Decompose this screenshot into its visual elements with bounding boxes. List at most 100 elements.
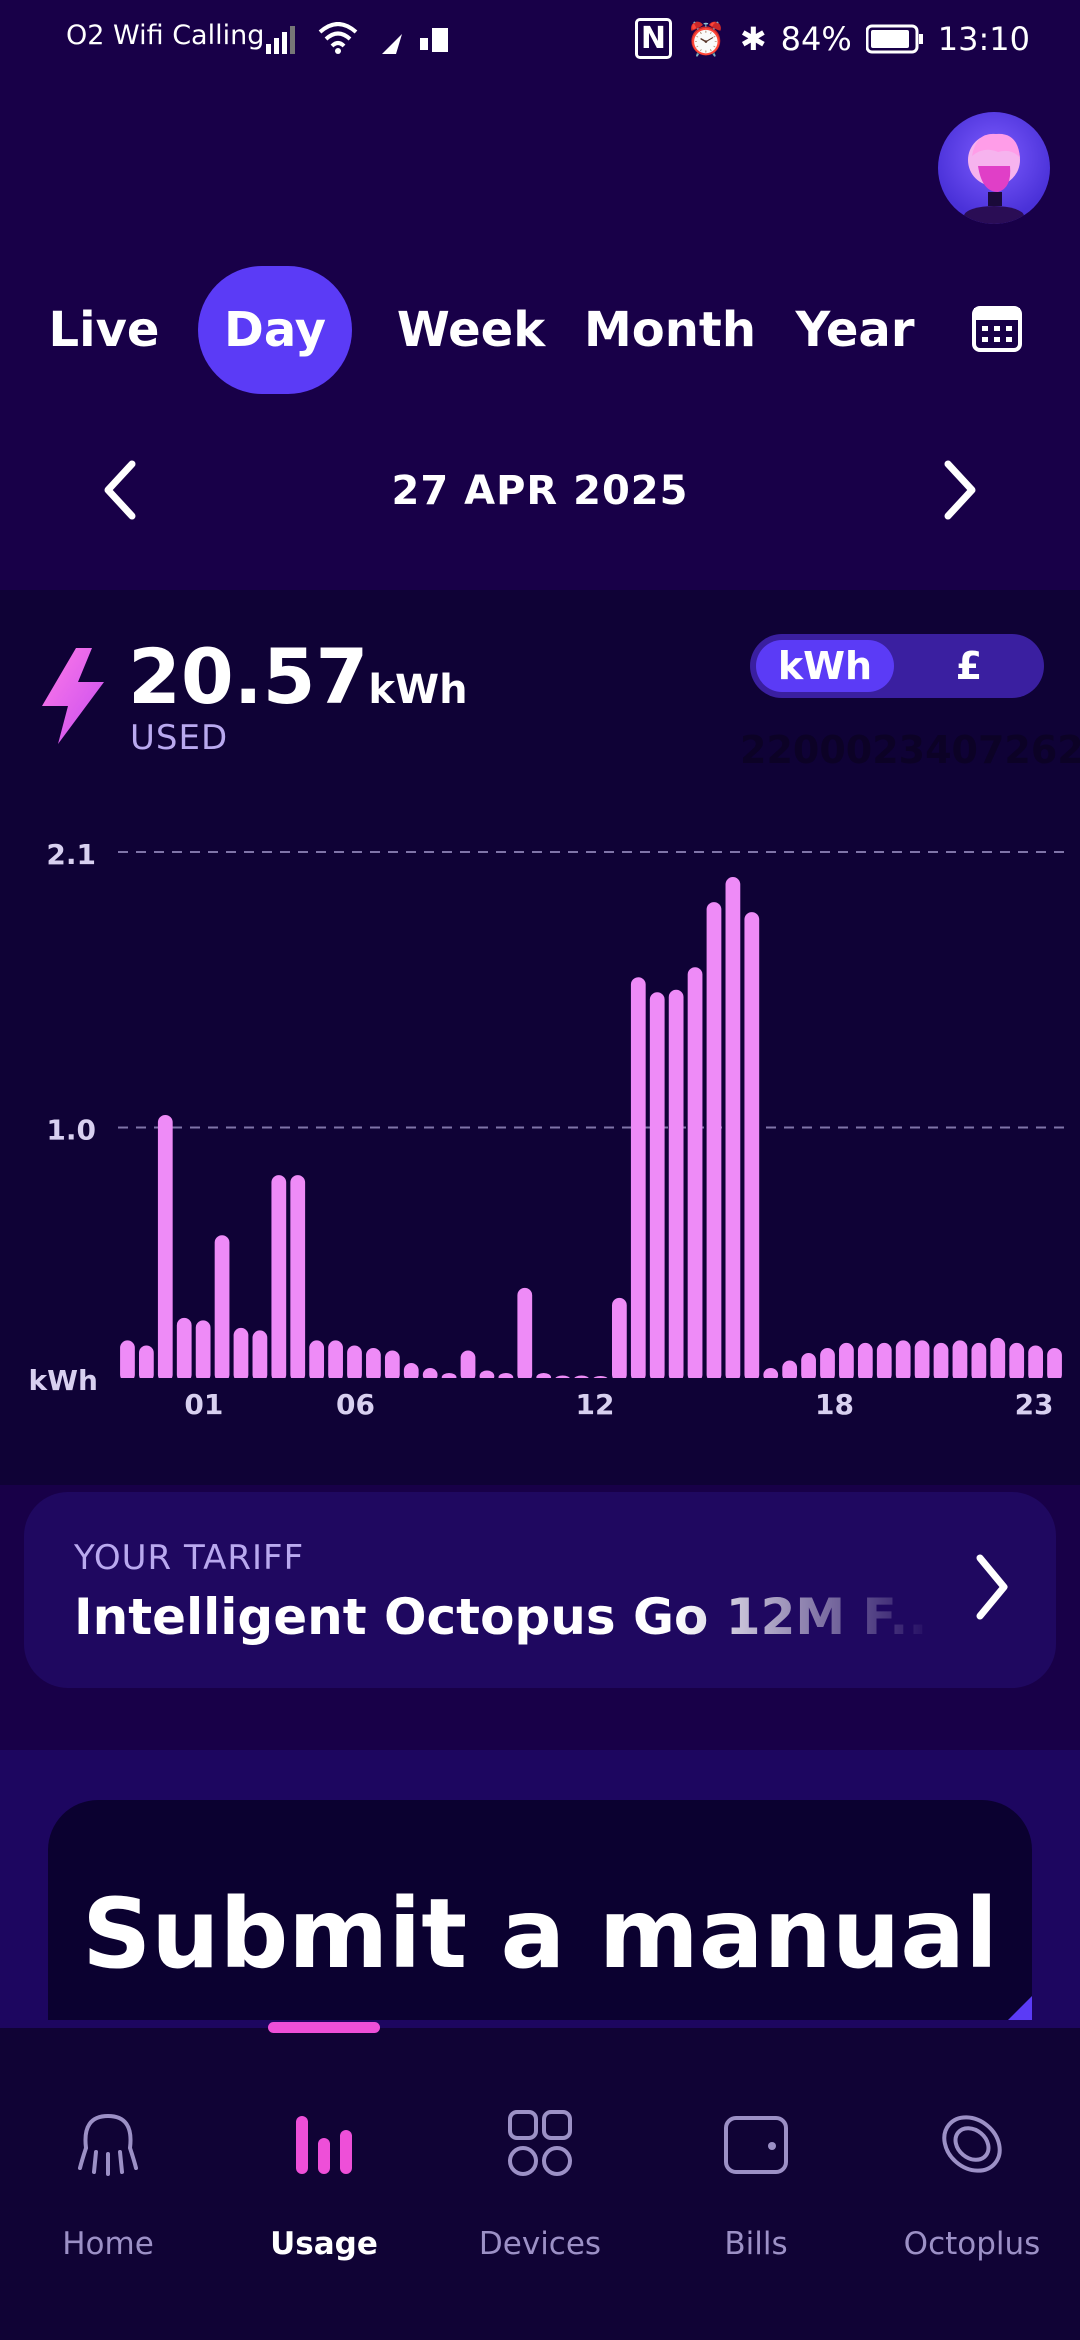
x-tick-label: 23: [1015, 1388, 1054, 1421]
x-tick-label: 06: [336, 1388, 375, 1421]
tariff-name: Intelligent Octopus Go 12M F...: [74, 1588, 934, 1646]
nav-bills[interactable]: Bills: [648, 2108, 864, 2262]
period-tabs: Live Day Week Month Year: [0, 266, 1080, 396]
tab-year[interactable]: Year: [794, 266, 916, 394]
calendar-icon[interactable]: [972, 306, 1022, 352]
chart-bar: [290, 1175, 306, 1382]
chart-bar: [801, 1352, 816, 1382]
tab-day[interactable]: Day: [198, 266, 352, 394]
usage-bars-icon: [296, 2116, 352, 2174]
nav-octoplus-label: Octoplus: [903, 2226, 1041, 2262]
chart-bar: [857, 1342, 873, 1382]
chart-bar: [952, 1340, 968, 1382]
unit-toggle[interactable]: kWh £: [750, 634, 1044, 698]
data-icon: [382, 34, 402, 54]
promo-corner-icon: [1008, 1996, 1032, 2020]
bluetooth-icon: ✱: [739, 19, 767, 58]
wifi-icon: [318, 22, 358, 54]
chart-bar: [176, 1317, 192, 1382]
chart-bar: [839, 1342, 854, 1382]
chart-bar: [460, 1350, 476, 1382]
bottom-nav: Home Usage Devices Bills Octoplus: [0, 2028, 1080, 2340]
chart-bar: [725, 877, 741, 1382]
signal-icon: [266, 26, 295, 54]
chart-bar: [157, 1115, 173, 1382]
octoplus-coin-icon: [942, 2115, 1002, 2173]
chart-bar: [933, 1342, 949, 1382]
status-right: N ⏰ ✱ 84% 13:10: [634, 18, 1030, 59]
unit-option-pound[interactable]: £: [900, 640, 1038, 692]
x-tick-label: 12: [576, 1388, 615, 1421]
unit-option-kwh[interactable]: kWh: [756, 640, 894, 692]
tariff-card[interactable]: YOUR TARIFF Intelligent Octopus Go 12M F…: [24, 1492, 1056, 1688]
octopus-icon: [78, 2113, 138, 2176]
chevron-right-icon: [976, 1554, 1008, 1620]
nav-bills-label: Bills: [724, 2226, 788, 2262]
chart-bar: [914, 1340, 930, 1382]
chart-bar: [649, 992, 665, 1382]
carrier-label: O2 Wifi Calling: [66, 20, 265, 51]
nav-usage[interactable]: Usage: [216, 2108, 432, 2262]
battery-icon: [865, 24, 923, 53]
chart-bar: [706, 902, 722, 1382]
chart-bar: [895, 1340, 911, 1382]
alarm-icon: ⏰: [686, 19, 726, 58]
tariff-label: YOUR TARIFF: [74, 1538, 305, 1578]
nav-devices[interactable]: Devices: [432, 2108, 648, 2262]
nav-home-label: Home: [62, 2226, 154, 2262]
chart-bar: [517, 1287, 533, 1382]
chart-bar: [252, 1330, 268, 1382]
chart-bar: [120, 1340, 135, 1382]
nav-usage-label: Usage: [270, 2226, 378, 2262]
chart-bar: [366, 1347, 381, 1382]
battery-percent: 84%: [780, 19, 852, 58]
chart-bar: [1047, 1347, 1062, 1382]
chart-bar: [384, 1350, 400, 1382]
usage-chart: 2.1 1.0 kWh 01 06 12 18 23: [29, 838, 1080, 1421]
chart-baseline: [114, 1378, 1080, 1388]
y-tick-label: 1.0: [46, 1114, 96, 1147]
chart-bar: [876, 1342, 892, 1382]
chart-bar: [233, 1327, 249, 1382]
wallet-icon: [724, 2116, 788, 2174]
chart-bar: [630, 977, 646, 1382]
chart-bar: [668, 989, 684, 1382]
tab-week[interactable]: Week: [396, 266, 546, 394]
promo-card[interactable]: Submit a manual: [48, 1800, 1032, 2020]
avatar-icon: [964, 133, 1024, 224]
usage-label: USED: [130, 718, 229, 758]
nfc-icon: N: [634, 18, 672, 59]
usage-total: 20.57kWh: [128, 632, 468, 721]
current-date: 27 APR 2025: [391, 468, 689, 514]
chart-bar: [309, 1340, 325, 1382]
x-tick-label: 18: [815, 1388, 854, 1421]
chart-bar: [820, 1347, 835, 1382]
chart-bar: [328, 1340, 343, 1382]
chart-bar: [612, 1297, 627, 1382]
y-tick-label: 2.1: [46, 838, 96, 871]
chart-bar: [744, 912, 760, 1382]
nav-home[interactable]: Home: [0, 2108, 216, 2262]
tab-month[interactable]: Month: [584, 266, 756, 394]
status-bar: O2 Wifi Calling N ⏰ ✱ 84% 13:10: [0, 0, 1080, 80]
x-tick-label: 01: [184, 1388, 223, 1421]
profile-avatar[interactable]: [938, 112, 1050, 224]
chart-bar: [139, 1345, 154, 1382]
status-icons: [266, 22, 450, 54]
chart-bar: [687, 967, 703, 1382]
chart-bar: [990, 1337, 1006, 1382]
nav-octoplus[interactable]: Octoplus: [864, 2108, 1080, 2262]
chart-bar: [971, 1342, 987, 1382]
promo-title: Submit a manual: [82, 1878, 998, 1990]
chart-bar: [347, 1345, 362, 1382]
chart-bar: [214, 1235, 230, 1382]
meter-id: 2200023407262: [740, 728, 1080, 772]
active-tab-indicator: [268, 2022, 380, 2033]
tab-live[interactable]: Live: [44, 266, 164, 394]
nav-devices-label: Devices: [478, 2226, 602, 2262]
lightning-icon: [42, 648, 104, 744]
devices-grid-icon: [508, 2110, 572, 2176]
chart-bar: [1028, 1345, 1043, 1382]
chart-bar: [271, 1175, 287, 1382]
next-day-button[interactable]: [940, 460, 980, 520]
